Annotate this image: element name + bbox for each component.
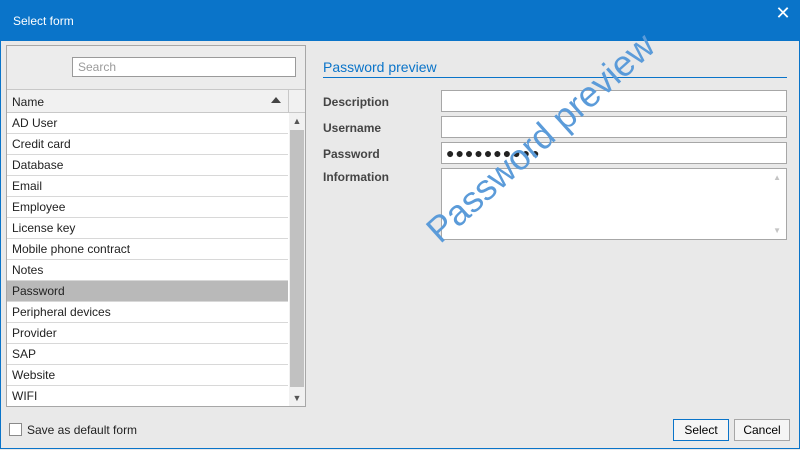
list-item[interactable]: WIFI bbox=[7, 386, 288, 406]
list-item[interactable]: Database bbox=[7, 155, 288, 176]
sort-ascending-icon bbox=[271, 97, 281, 103]
select-button[interactable]: Select bbox=[673, 419, 729, 441]
textarea-scroll-down-icon: ▼ bbox=[773, 226, 781, 235]
window-title: Select form bbox=[13, 14, 74, 28]
form-list: AD User Credit card Database Email Employee L… bbox=[7, 113, 288, 406]
list-item[interactable]: License key bbox=[7, 218, 288, 239]
list-item[interactable]: Employee bbox=[7, 197, 288, 218]
information-label: Information bbox=[323, 170, 389, 184]
title-bar: Select form ✕ bbox=[0, 0, 800, 41]
column-header-name[interactable]: Name bbox=[7, 90, 289, 112]
list-item[interactable]: Website bbox=[7, 365, 288, 386]
password-label: Password bbox=[323, 147, 380, 161]
list-item[interactable]: Peripheral devices bbox=[7, 302, 288, 323]
search-input[interactable] bbox=[72, 57, 296, 77]
list-item[interactable]: SAP bbox=[7, 344, 288, 365]
list-scrollbar[interactable]: ▲ ▼ bbox=[289, 113, 305, 406]
list-item[interactable]: Notes bbox=[7, 260, 288, 281]
default-form-checkbox[interactable] bbox=[9, 423, 22, 436]
cancel-button[interactable]: Cancel bbox=[734, 419, 790, 441]
username-field[interactable] bbox=[441, 116, 787, 138]
preview-title-divider bbox=[323, 77, 787, 78]
list-item[interactable]: Email bbox=[7, 176, 288, 197]
default-form-checkbox-label[interactable]: Save as default form bbox=[27, 423, 137, 437]
list-header: Name bbox=[7, 90, 305, 113]
column-header-label: Name bbox=[12, 95, 45, 109]
list-item[interactable]: AD User bbox=[7, 113, 288, 134]
preview-title: Password preview bbox=[323, 59, 437, 75]
scrollbar-thumb[interactable] bbox=[290, 130, 304, 387]
scroll-down-icon[interactable]: ▼ bbox=[289, 390, 305, 406]
list-item[interactable]: Provider bbox=[7, 323, 288, 344]
textarea-scroll-up-icon: ▲ bbox=[773, 173, 781, 182]
description-label: Description bbox=[323, 95, 390, 109]
list-item[interactable]: Password bbox=[7, 281, 288, 302]
search-area bbox=[7, 46, 305, 90]
form-list-panel: Name AD UserCredit cardDatabaseEmailEmpl… bbox=[6, 45, 306, 407]
close-icon[interactable]: ✕ bbox=[774, 4, 792, 22]
username-label: Username bbox=[323, 121, 382, 135]
list-item[interactable]: Credit card bbox=[7, 134, 288, 155]
list-item[interactable]: Mobile phone contract bbox=[7, 239, 288, 260]
scroll-up-icon[interactable]: ▲ bbox=[289, 113, 305, 129]
